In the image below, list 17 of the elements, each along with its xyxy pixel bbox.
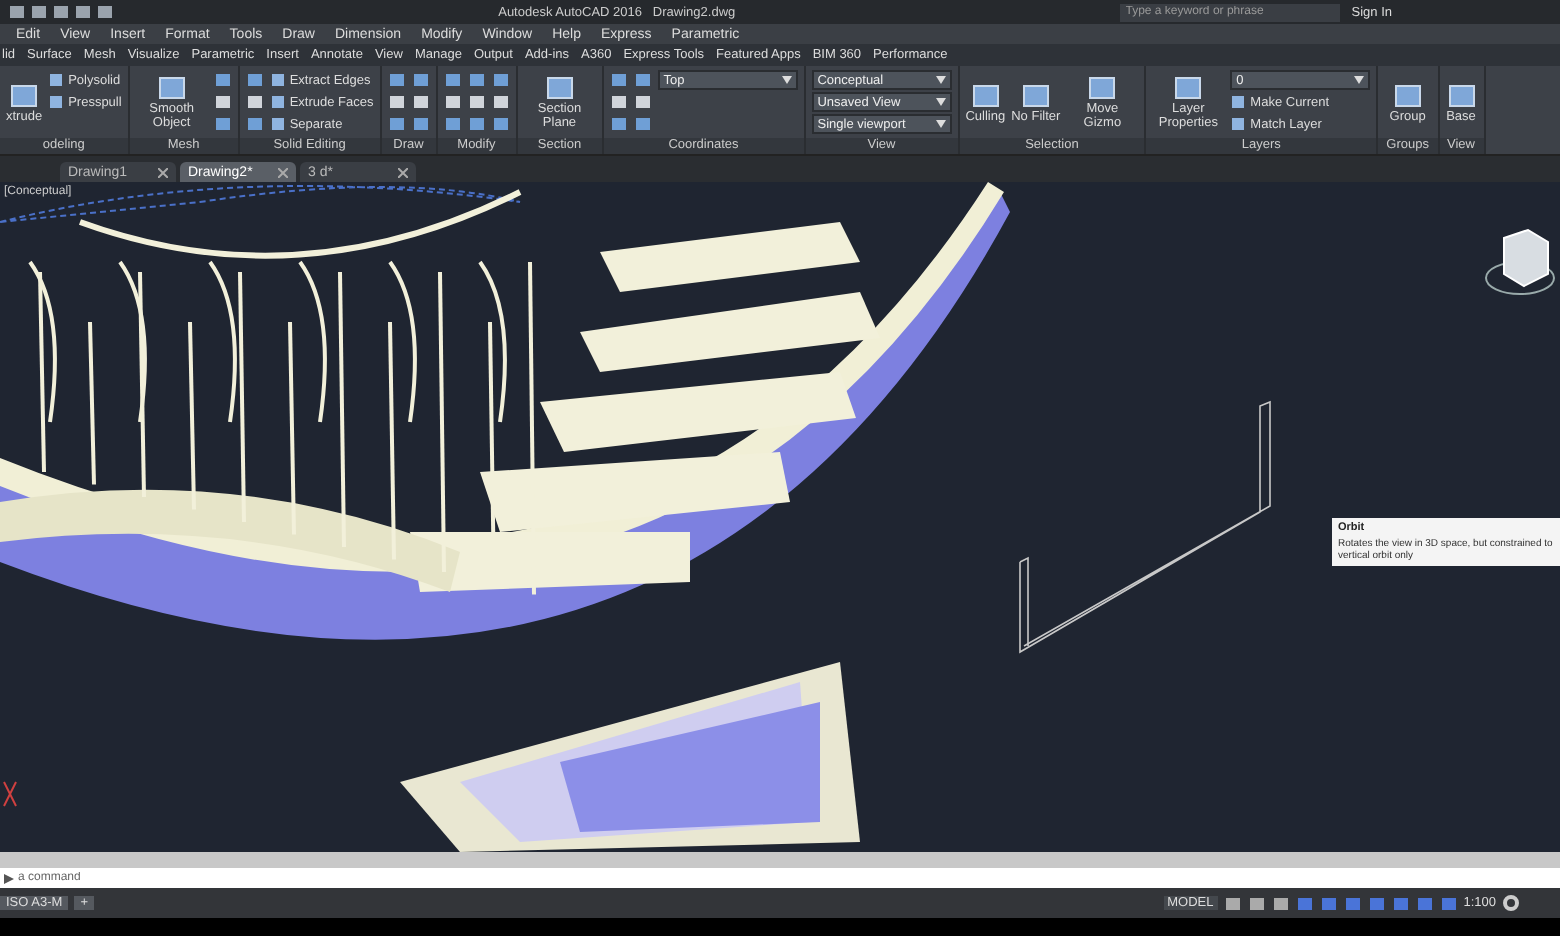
square-icon	[269, 72, 286, 88]
close-icon[interactable]	[398, 167, 408, 177]
caret-icon	[935, 120, 946, 128]
caret-icon	[1354, 76, 1365, 84]
square-icon	[1230, 116, 1247, 132]
caret-icon	[935, 76, 946, 84]
square-icon	[269, 94, 286, 110]
square-icon	[48, 72, 65, 88]
prompt-icon	[4, 873, 14, 883]
square-icon	[48, 94, 65, 110]
caret-icon	[781, 76, 792, 84]
close-icon[interactable]	[158, 167, 168, 177]
square-icon	[269, 116, 286, 132]
caret-icon	[935, 98, 946, 106]
square-icon	[1230, 94, 1247, 110]
close-icon[interactable]	[278, 167, 288, 177]
gear-icon[interactable]	[1502, 894, 1520, 912]
